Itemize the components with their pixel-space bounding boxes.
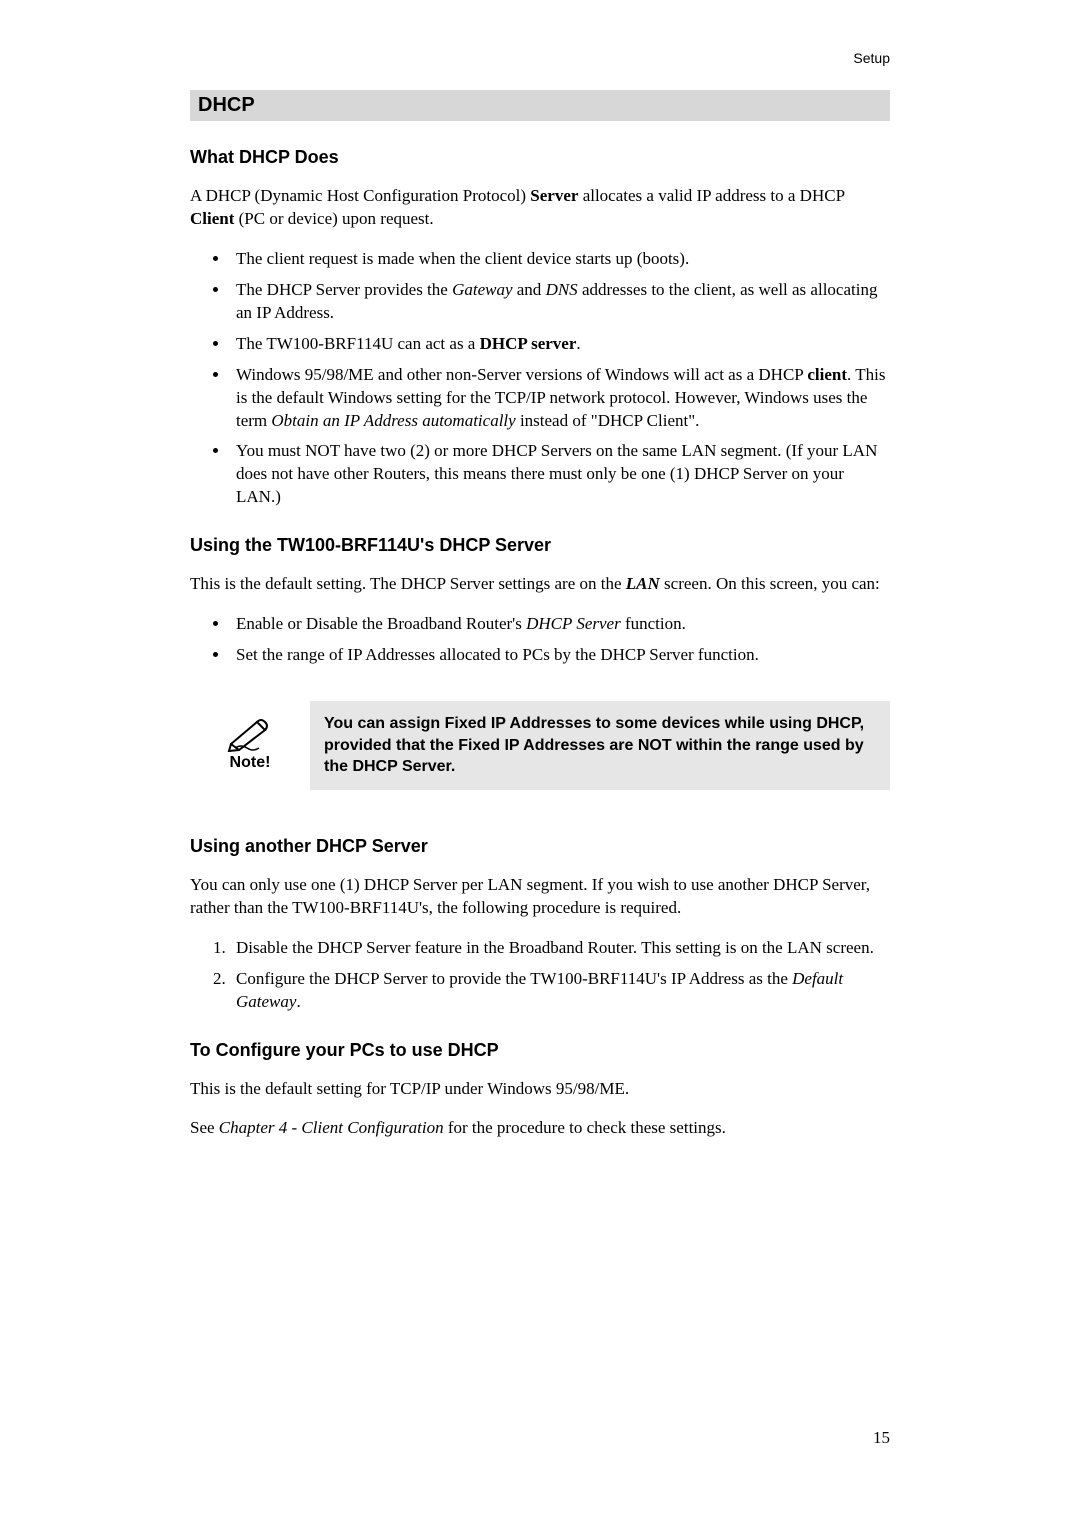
list-item: The client request is made when the clie… bbox=[230, 248, 890, 271]
text: See bbox=[190, 1118, 219, 1137]
heading-what-dhcp-does: What DHCP Does bbox=[190, 147, 890, 168]
note-callout: Note! You can assign Fixed IP Addresses … bbox=[190, 701, 890, 790]
paragraph: See Chapter 4 - Client Configuration for… bbox=[190, 1117, 890, 1140]
numbered-list: Disable the DHCP Server feature in the B… bbox=[190, 937, 890, 1014]
paragraph: A DHCP (Dynamic Host Configuration Proto… bbox=[190, 185, 890, 231]
text: The DHCP Server provides the bbox=[236, 280, 452, 299]
list-item: Set the range of IP Addresses allocated … bbox=[230, 644, 890, 667]
paragraph: This is the default setting. The DHCP Se… bbox=[190, 573, 890, 596]
text-bold: Client bbox=[190, 209, 234, 228]
heading-using-another-dhcp: Using another DHCP Server bbox=[190, 836, 890, 857]
list-item: Configure the DHCP Server to provide the… bbox=[230, 968, 890, 1014]
text-italic: Gateway bbox=[452, 280, 512, 299]
list-item: You must NOT have two (2) or more DHCP S… bbox=[230, 440, 890, 509]
text: Windows 95/98/ME and other non-Server ve… bbox=[236, 365, 807, 384]
header-label: Setup bbox=[853, 50, 890, 66]
paragraph: This is the default setting for TCP/IP u… bbox=[190, 1078, 890, 1101]
text: Enable or Disable the Broadband Router's bbox=[236, 614, 526, 633]
list-item: Disable the DHCP Server feature in the B… bbox=[230, 937, 890, 960]
text-bold: Server bbox=[530, 186, 578, 205]
text: . bbox=[296, 992, 300, 1011]
page: Setup DHCP What DHCP Does A DHCP (Dynami… bbox=[0, 0, 1080, 1528]
page-number: 15 bbox=[873, 1428, 890, 1448]
text: screen. On this screen, you can: bbox=[660, 574, 880, 593]
list-item: The DHCP Server provides the Gateway and… bbox=[230, 279, 890, 325]
text: and bbox=[513, 280, 546, 299]
text-bolditalic: LAN bbox=[626, 574, 660, 593]
text: for the procedure to check these setting… bbox=[444, 1118, 726, 1137]
text: The TW100-BRF114U can act as a bbox=[236, 334, 480, 353]
text-italic: DHCP Server bbox=[526, 614, 621, 633]
list-item: Enable or Disable the Broadband Router's… bbox=[230, 613, 890, 636]
text: . bbox=[576, 334, 580, 353]
note-icon-cell: Note! bbox=[190, 718, 310, 772]
section-title: DHCP bbox=[190, 90, 890, 121]
text-italic: DNS bbox=[546, 280, 578, 299]
heading-using-dhcp-server: Using the TW100-BRF114U's DHCP Server bbox=[190, 535, 890, 556]
text: instead of "DHCP Client". bbox=[516, 411, 700, 430]
text-bold: DHCP server bbox=[480, 334, 577, 353]
text: function. bbox=[621, 614, 686, 633]
text: (PC or device) upon request. bbox=[234, 209, 433, 228]
pencil-note-icon bbox=[227, 718, 273, 752]
text: This is the default setting. The DHCP Se… bbox=[190, 574, 626, 593]
text: A DHCP (Dynamic Host Configuration Proto… bbox=[190, 186, 530, 205]
bullet-list: Enable or Disable the Broadband Router's… bbox=[190, 613, 890, 667]
heading-configure-pcs: To Configure your PCs to use DHCP bbox=[190, 1040, 890, 1061]
text-italic: Obtain an IP Address automatically bbox=[271, 411, 515, 430]
paragraph: You can only use one (1) DHCP Server per… bbox=[190, 874, 890, 920]
list-item: The TW100-BRF114U can act as a DHCP serv… bbox=[230, 333, 890, 356]
text: Configure the DHCP Server to provide the… bbox=[236, 969, 792, 988]
bullet-list: The client request is made when the clie… bbox=[190, 248, 890, 509]
text-italic: Chapter 4 - Client Configuration bbox=[219, 1118, 444, 1137]
note-label: Note! bbox=[190, 754, 310, 772]
text: allocates a valid IP address to a DHCP bbox=[578, 186, 844, 205]
note-text: You can assign Fixed IP Addresses to som… bbox=[310, 701, 890, 790]
list-item: Windows 95/98/ME and other non-Server ve… bbox=[230, 364, 890, 433]
text-bold: client bbox=[807, 365, 847, 384]
